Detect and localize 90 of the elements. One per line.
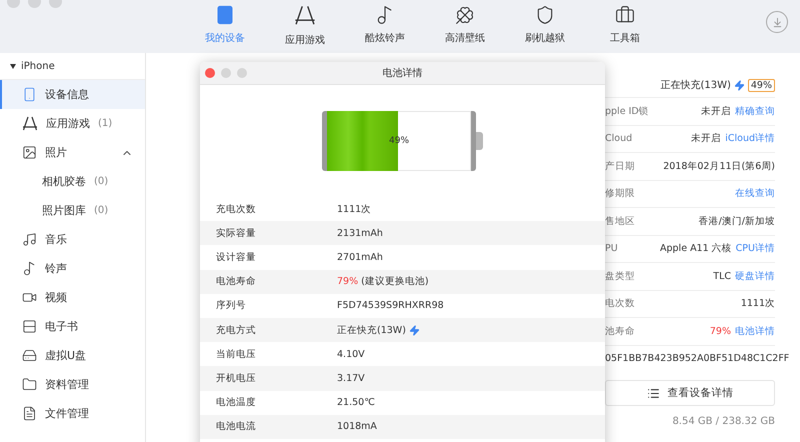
sidebar-item[interactable]: 音乐 [0, 225, 145, 254]
toolbar-tab[interactable]: 刷机越狱 [505, 5, 585, 47]
book-icon [22, 319, 37, 334]
phone-icon [22, 87, 37, 102]
info-label: 产日期 [605, 160, 635, 173]
info-value: 1111次 [740, 297, 775, 310]
device-name: iPhone [21, 60, 55, 72]
info-label: 盘类型 [605, 270, 635, 283]
info-link[interactable]: 在线查询 [735, 187, 775, 200]
charging-status: 正在快充(13W) [660, 78, 731, 92]
info-value: 2018年02月11日(第6周) [663, 160, 775, 173]
sidebar-item[interactable]: 铃声 [0, 254, 145, 283]
clover-icon [455, 5, 475, 25]
info-link[interactable]: 硬盘详情 [735, 270, 775, 283]
detail-value: 1018mA [337, 421, 377, 432]
info-value: 05F1BB7B423B952A0BF51D48C1C2FF [605, 353, 790, 364]
sidebar-item[interactable]: 照片图库 (0) [0, 196, 145, 225]
info-link[interactable]: CPU详情 [736, 242, 775, 256]
toolbar-tab[interactable]: 工具箱 [585, 5, 665, 47]
tablet-icon [215, 5, 235, 25]
detail-label: 当前电压 [216, 348, 257, 361]
list-icon [646, 386, 660, 400]
app-store-icon [294, 5, 316, 27]
sidebar-item[interactable]: 视频 [0, 283, 145, 312]
detail-value: 4.10V [337, 348, 365, 360]
info-value: Apple A11 六核 [660, 242, 732, 256]
detail-label: 电池温度 [216, 396, 257, 410]
detail-value: 3.17V [337, 372, 365, 384]
sidebar-item[interactable]: 电子书 [0, 312, 145, 341]
toolbar-tab[interactable]: 高清壁纸 [425, 5, 505, 47]
music-note-icon [22, 261, 37, 276]
music-icon [22, 232, 37, 247]
info-link[interactable]: iCloud详情 [725, 132, 775, 146]
lightning-icon [734, 80, 745, 90]
info-label: 池寿命 [605, 324, 635, 338]
info-label: pple ID锁 [605, 104, 649, 118]
info-label: 电次数 [605, 297, 635, 310]
detail-label: 序列号 [216, 299, 247, 312]
image-icon [22, 145, 37, 160]
detail-label: 电池电流 [216, 420, 257, 434]
sidebar-item[interactable]: 应用游戏 (1) [0, 109, 145, 138]
download-button[interactable] [766, 11, 788, 33]
sidebar-item[interactable]: 资料管理 [0, 370, 145, 399]
device-details-button[interactable]: 查看设备详情 [605, 380, 775, 406]
detail-label: 电池寿命 [216, 275, 257, 288]
info-value: 未开启 [701, 104, 731, 118]
info-label: 售地区 [605, 214, 635, 228]
toolbar-tab[interactable]: 酷炫铃声 [345, 5, 425, 47]
dialog-title: 电池详情 [382, 66, 422, 80]
info-value: 未开启 [691, 132, 722, 146]
info-link[interactable]: 精确查询 [735, 104, 775, 118]
info-label: Cloud [605, 133, 632, 144]
info-label: 修期限 [605, 187, 635, 200]
detail-value: (建议更换电池) [361, 275, 429, 288]
file-icon [22, 406, 37, 421]
detail-value: 2701mAh [337, 252, 383, 263]
info-link[interactable]: 电池详情 [735, 324, 775, 338]
sidebar-item[interactable]: 设备信息 [0, 80, 145, 109]
detail-label: 开机电压 [216, 372, 257, 385]
lightning-icon [408, 324, 420, 336]
drive-icon [22, 348, 37, 363]
info-label: PU [605, 243, 618, 254]
download-icon [772, 16, 782, 28]
folder-icon [22, 377, 37, 392]
alert-value: 79% [337, 276, 358, 288]
detail-label: 充电方式 [216, 324, 257, 337]
detail-label: 充电次数 [216, 202, 257, 216]
caret-icon [10, 64, 16, 68]
sidebar-item[interactable]: 照片 [0, 138, 145, 167]
alert-value: 79% [710, 326, 731, 337]
detail-label: 设计容量 [216, 250, 257, 264]
storage-text: 8.54 GB / 238.32 GB [671, 416, 775, 427]
toolbox-icon [615, 5, 635, 25]
detail-value: 正在快充(13W) [337, 324, 406, 337]
sidebar-item[interactable]: 文件管理 [0, 399, 145, 428]
battery-terminal [476, 132, 483, 150]
shield-icon [535, 5, 555, 25]
app-store-icon [22, 116, 38, 132]
detail-value: 2131mAh [337, 228, 383, 239]
sidebar-item[interactable]: 虚拟U盘 [0, 341, 145, 370]
info-value: TLC [713, 270, 731, 282]
detail-label: 实际容量 [216, 226, 257, 240]
battery-badge: 49% [748, 78, 775, 92]
info-value: 香港/澳门/新加坡 [698, 214, 775, 228]
close-button[interactable] [205, 68, 215, 78]
toolbar-tab[interactable]: 应用游戏 [265, 5, 345, 47]
sidebar-item[interactable]: 相机胶卷 (0) [0, 167, 145, 196]
detail-value: 21.50℃ [337, 397, 375, 408]
detail-value: F5D74539S9RHXRR98 [337, 300, 444, 312]
detail-value: 1111次 [337, 202, 372, 216]
